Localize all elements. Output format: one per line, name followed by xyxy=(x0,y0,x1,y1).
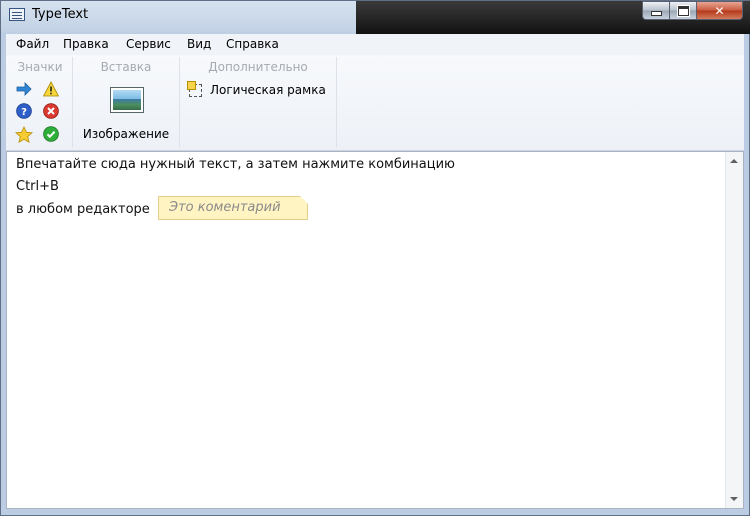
scroll-down-icon[interactable] xyxy=(730,497,738,501)
menu-file[interactable]: Файл xyxy=(16,37,49,51)
app-icon xyxy=(9,8,25,21)
title-bar[interactable]: TypeText ✕ xyxy=(1,1,749,32)
app-window: TypeText ✕ Файл Правка Сервис Вид Справк… xyxy=(0,0,750,516)
menu-service[interactable]: Сервис xyxy=(126,37,171,51)
group-title-insert: Вставка xyxy=(100,60,152,74)
comment-text: Это коментарий xyxy=(169,200,281,215)
arrow-right-icon[interactable] xyxy=(16,81,32,97)
caption-buttons: ✕ xyxy=(642,1,743,21)
text-editor[interactable]: Впечатайте сюда нужный текст, а затем на… xyxy=(6,151,744,509)
menu-help-label: Справка xyxy=(226,37,279,51)
group-separator xyxy=(336,57,337,147)
insert-image-button[interactable]: Изображение xyxy=(81,83,171,143)
help-icon[interactable]: ? xyxy=(16,103,32,119)
editor-line-2: Ctrl+B xyxy=(16,179,59,194)
menu-edit-label: Правка xyxy=(63,37,109,51)
menu-file-label: Файл xyxy=(16,37,50,51)
group-title-icons: Значки xyxy=(17,60,63,74)
close-icon: ✕ xyxy=(714,3,725,18)
comment-note[interactable]: Это коментарий xyxy=(158,196,308,220)
error-icon[interactable] xyxy=(43,103,59,119)
minimize-icon xyxy=(650,11,662,16)
group-separator xyxy=(179,57,180,147)
image-icon xyxy=(110,87,144,113)
editor-line-1: Впечатайте сюда нужный текст, а затем на… xyxy=(16,157,455,172)
menu-view[interactable]: Вид xyxy=(187,37,211,51)
minimize-button[interactable] xyxy=(642,1,669,20)
maximize-button[interactable] xyxy=(669,1,696,20)
menu-view-label: Вид xyxy=(187,37,212,51)
scroll-up-icon[interactable] xyxy=(730,159,738,163)
logical-frame-icon[interactable] xyxy=(187,81,202,97)
svg-text:?: ? xyxy=(21,107,27,118)
close-button[interactable]: ✕ xyxy=(696,1,743,20)
logical-frame-button[interactable]: Логическая рамка xyxy=(210,83,326,97)
star-icon[interactable] xyxy=(15,126,33,144)
menu-edit[interactable]: Правка xyxy=(63,37,109,51)
menu-service-label: Сервис xyxy=(126,37,171,51)
maximize-icon xyxy=(676,4,690,17)
ribbon: Значки Вставка Дополнительно ? Изображен… xyxy=(6,55,744,151)
group-separator xyxy=(72,57,73,147)
warning-icon[interactable] xyxy=(43,81,59,97)
vertical-scrollbar[interactable] xyxy=(725,152,743,508)
group-title-extra: Дополнительно xyxy=(208,60,308,74)
window-title: TypeText xyxy=(32,7,89,22)
menu-bar: Файл Правка Сервис Вид Справка xyxy=(6,34,744,55)
ok-icon[interactable] xyxy=(43,126,59,142)
insert-image-label: Изображение xyxy=(82,127,170,141)
menu-help[interactable]: Справка xyxy=(226,37,279,51)
editor-line-3: в любом редакторе xyxy=(16,202,150,217)
